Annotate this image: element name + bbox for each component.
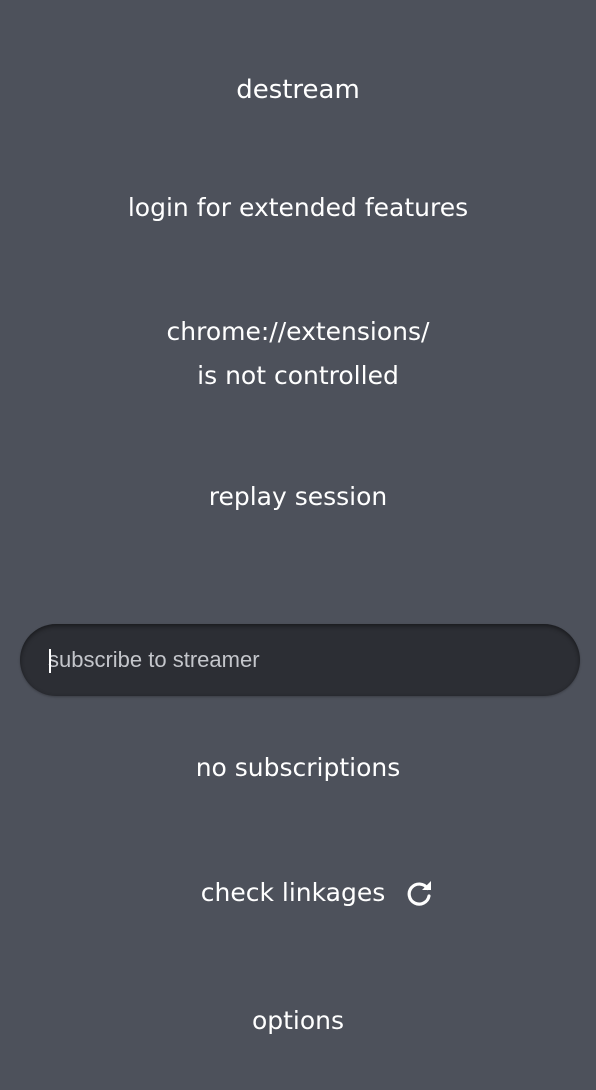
replay-session-button[interactable]: replay session [0,482,596,512]
login-link[interactable]: login for extended features [0,193,596,223]
text-cursor [49,649,51,673]
options-button[interactable]: options [0,1006,596,1036]
check-linkages-button[interactable]: check linkages [0,876,596,910]
refresh-icon[interactable] [403,877,435,909]
check-linkages-label: check linkages [200,878,386,907]
subscriptions-status: no subscriptions [195,753,401,782]
subscribe-field-container [20,624,580,696]
subscribe-input[interactable] [48,644,558,676]
app-title: destream [236,75,360,105]
page-status-url: chrome://extensions/ [166,317,430,346]
page-status-text: is not controlled [197,361,399,390]
